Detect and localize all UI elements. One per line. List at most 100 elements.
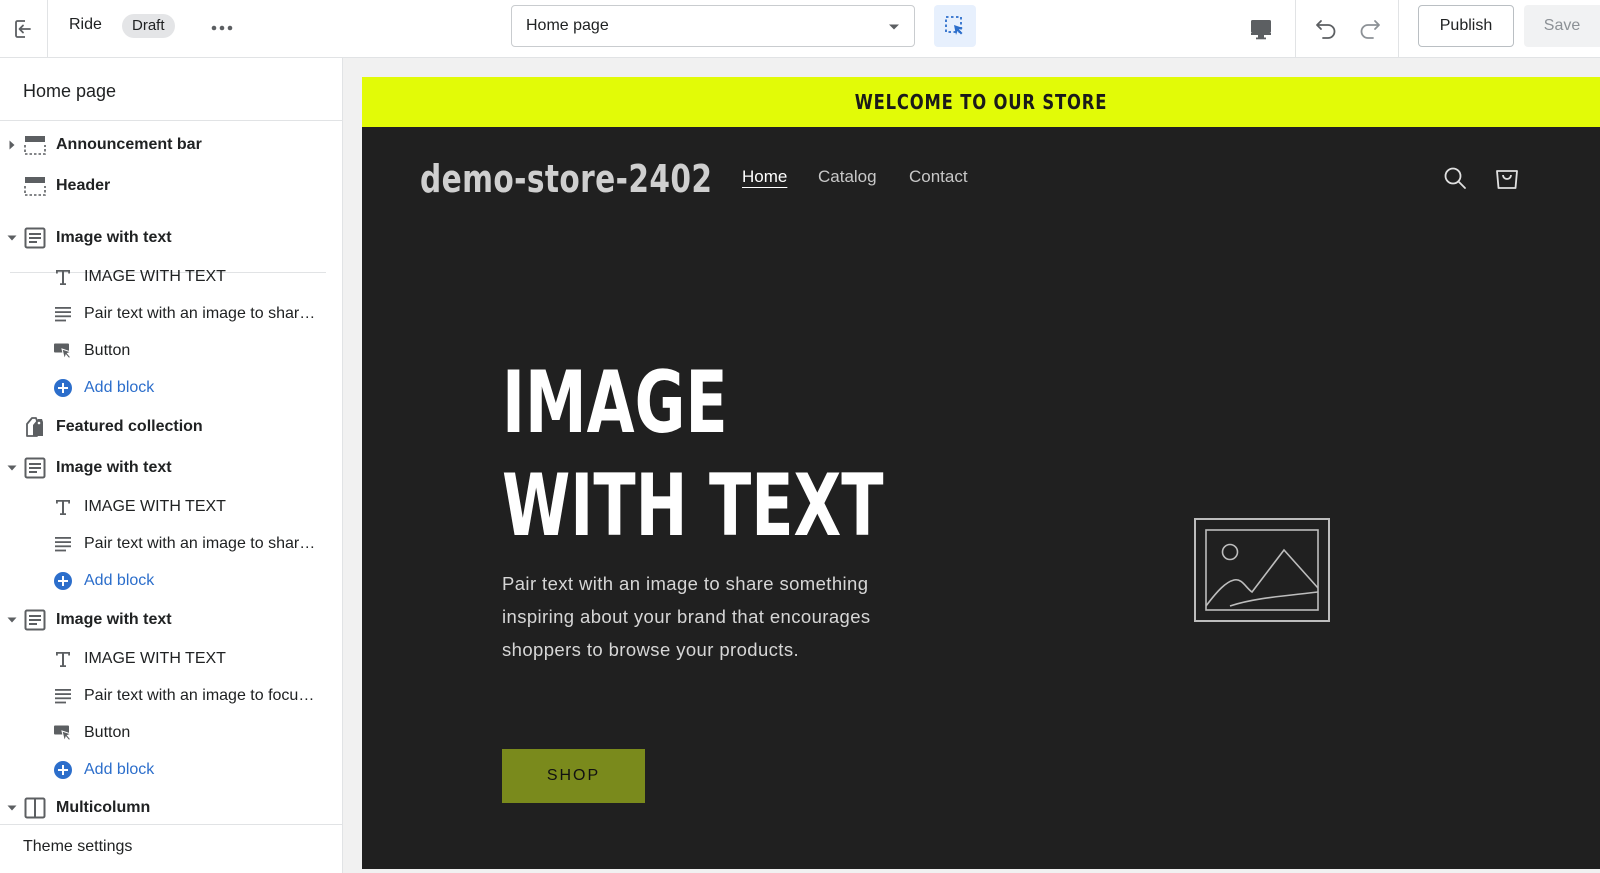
block-label: IMAGE WITH TEXT — [84, 498, 226, 515]
text-type-icon — [52, 496, 74, 518]
redo-button[interactable] — [1352, 10, 1388, 46]
section-multicolumn[interactable]: Multicolumn — [0, 791, 342, 825]
publish-button[interactable]: Publish — [1418, 5, 1514, 47]
add-circle-icon — [52, 377, 74, 399]
collapse-caret-icon[interactable] — [7, 463, 17, 473]
block-text[interactable]: Pair text with an image to shar… — [0, 297, 342, 331]
caret-down-icon — [889, 24, 899, 30]
announcement-bar-icon — [23, 133, 47, 157]
block-label: IMAGE WITH TEXT — [84, 650, 226, 667]
section-label: Featured collection — [56, 418, 203, 435]
block-label: IMAGE WITH TEXT — [84, 268, 226, 285]
search-icon — [1444, 167, 1466, 189]
theme-settings-button[interactable]: Theme settings — [0, 824, 342, 873]
collapse-caret-icon[interactable] — [7, 233, 17, 243]
search-button[interactable] — [1440, 163, 1470, 193]
add-block-button[interactable]: Add block — [0, 753, 342, 787]
hero-heading-line: WITH TEXT — [502, 456, 884, 556]
paragraph-icon — [52, 303, 74, 325]
theme-name: Ride — [69, 16, 102, 33]
paragraph-icon — [52, 533, 74, 555]
theme-settings-label: Theme settings — [23, 838, 133, 855]
block-text[interactable]: Pair text with an image to focu… — [0, 679, 342, 713]
save-button[interactable]: Save — [1524, 5, 1600, 47]
block-label: Button — [84, 342, 131, 359]
more-actions-button[interactable] — [208, 14, 236, 42]
device-preview-button[interactable] — [1244, 12, 1278, 46]
text-type-icon — [52, 648, 74, 670]
announcement-bar[interactable]: WELCOME TO OUR STORE — [362, 77, 1600, 127]
add-block-label: Add block — [84, 572, 155, 589]
add-circle-icon — [52, 759, 74, 781]
section-label: Multicolumn — [56, 799, 151, 816]
toolbar-divider — [1295, 0, 1296, 58]
section-label: Image with text — [56, 611, 172, 628]
undo-icon — [1316, 20, 1336, 39]
section-image-with-text[interactable]: Image with text — [0, 603, 342, 637]
status-badge: Draft — [122, 14, 175, 38]
cart-button[interactable] — [1492, 163, 1522, 193]
hero-paragraph: Pair text with an image to share somethi… — [502, 573, 871, 660]
paragraph-icon — [52, 685, 74, 707]
featured-collection-icon — [23, 415, 47, 439]
block-label: Button — [84, 724, 131, 741]
block-heading[interactable]: IMAGE WITH TEXT — [0, 642, 342, 676]
section-featured-collection[interactable]: Featured collection — [0, 410, 342, 444]
button-block-icon — [52, 722, 74, 744]
section-announcement-bar[interactable]: Announcement bar — [0, 128, 342, 162]
hero-heading: IMAGE WITH TEXT — [502, 352, 883, 558]
editor-topbar: Ride Draft Home page Publish Save — [0, 0, 1600, 58]
page-select[interactable]: Home page — [511, 5, 915, 47]
add-circle-icon — [52, 570, 74, 592]
image-with-text-icon — [23, 456, 47, 480]
button-block-icon — [52, 340, 74, 362]
inspector-toggle-button[interactable] — [934, 5, 976, 47]
section-image-with-text[interactable]: Image with text — [0, 451, 342, 485]
image-with-text-icon — [23, 226, 47, 250]
select-cursor-icon — [945, 16, 963, 35]
nav-link-home[interactable]: Home — [742, 167, 787, 187]
announcement-text: WELCOME TO OUR STORE — [854, 90, 1108, 114]
multicolumn-icon — [23, 796, 47, 820]
nav-link-contact[interactable]: Contact — [909, 167, 968, 187]
section-label: Header — [56, 177, 111, 194]
section-header[interactable]: Header — [0, 169, 342, 203]
sidebar-title: Home page — [23, 81, 117, 101]
add-block-button[interactable]: Add block — [0, 564, 342, 598]
desktop-icon — [1251, 20, 1271, 40]
block-button[interactable]: Button — [0, 716, 342, 750]
add-block-label: Add block — [84, 761, 155, 778]
add-block-label: Add block — [84, 379, 155, 396]
block-heading[interactable]: IMAGE WITH TEXT — [0, 260, 342, 294]
hero-heading-line: IMAGE — [502, 353, 728, 453]
block-label: Pair text with an image to shar… — [84, 305, 316, 322]
section-image-with-text[interactable]: Image with text — [0, 221, 342, 255]
store-preview: WELCOME TO OUR STORE demo-store-2402 Hom… — [362, 77, 1600, 869]
image-placeholder-icon — [1194, 518, 1330, 622]
collapse-caret-icon[interactable] — [7, 615, 17, 625]
section-label: Announcement bar — [56, 136, 202, 153]
text-type-icon — [52, 266, 74, 288]
add-block-button[interactable]: Add block — [0, 371, 342, 405]
cart-icon — [1496, 170, 1518, 189]
block-heading[interactable]: IMAGE WITH TEXT — [0, 490, 342, 524]
block-text[interactable]: Pair text with an image to shar… — [0, 527, 342, 561]
block-button[interactable]: Button — [0, 334, 342, 368]
expand-caret-icon[interactable] — [7, 140, 17, 150]
shop-button[interactable]: SHOP — [502, 749, 645, 803]
image-with-text-icon — [23, 608, 47, 632]
exit-icon — [14, 20, 33, 38]
section-label: Image with text — [56, 459, 172, 476]
exit-button[interactable] — [0, 0, 48, 58]
block-label: Pair text with an image to shar… — [84, 535, 316, 552]
nav-link-catalog[interactable]: Catalog — [818, 167, 877, 187]
collapse-caret-icon[interactable] — [7, 803, 17, 813]
undo-button[interactable] — [1308, 10, 1344, 46]
header-icon — [23, 174, 47, 198]
divider — [0, 120, 342, 121]
redo-icon — [1360, 20, 1380, 39]
store-logo[interactable]: demo-store-2402 — [420, 157, 712, 201]
more-horizontal-icon — [211, 25, 233, 31]
block-label: Pair text with an image to focu… — [84, 687, 315, 704]
section-label: Image with text — [56, 229, 172, 246]
